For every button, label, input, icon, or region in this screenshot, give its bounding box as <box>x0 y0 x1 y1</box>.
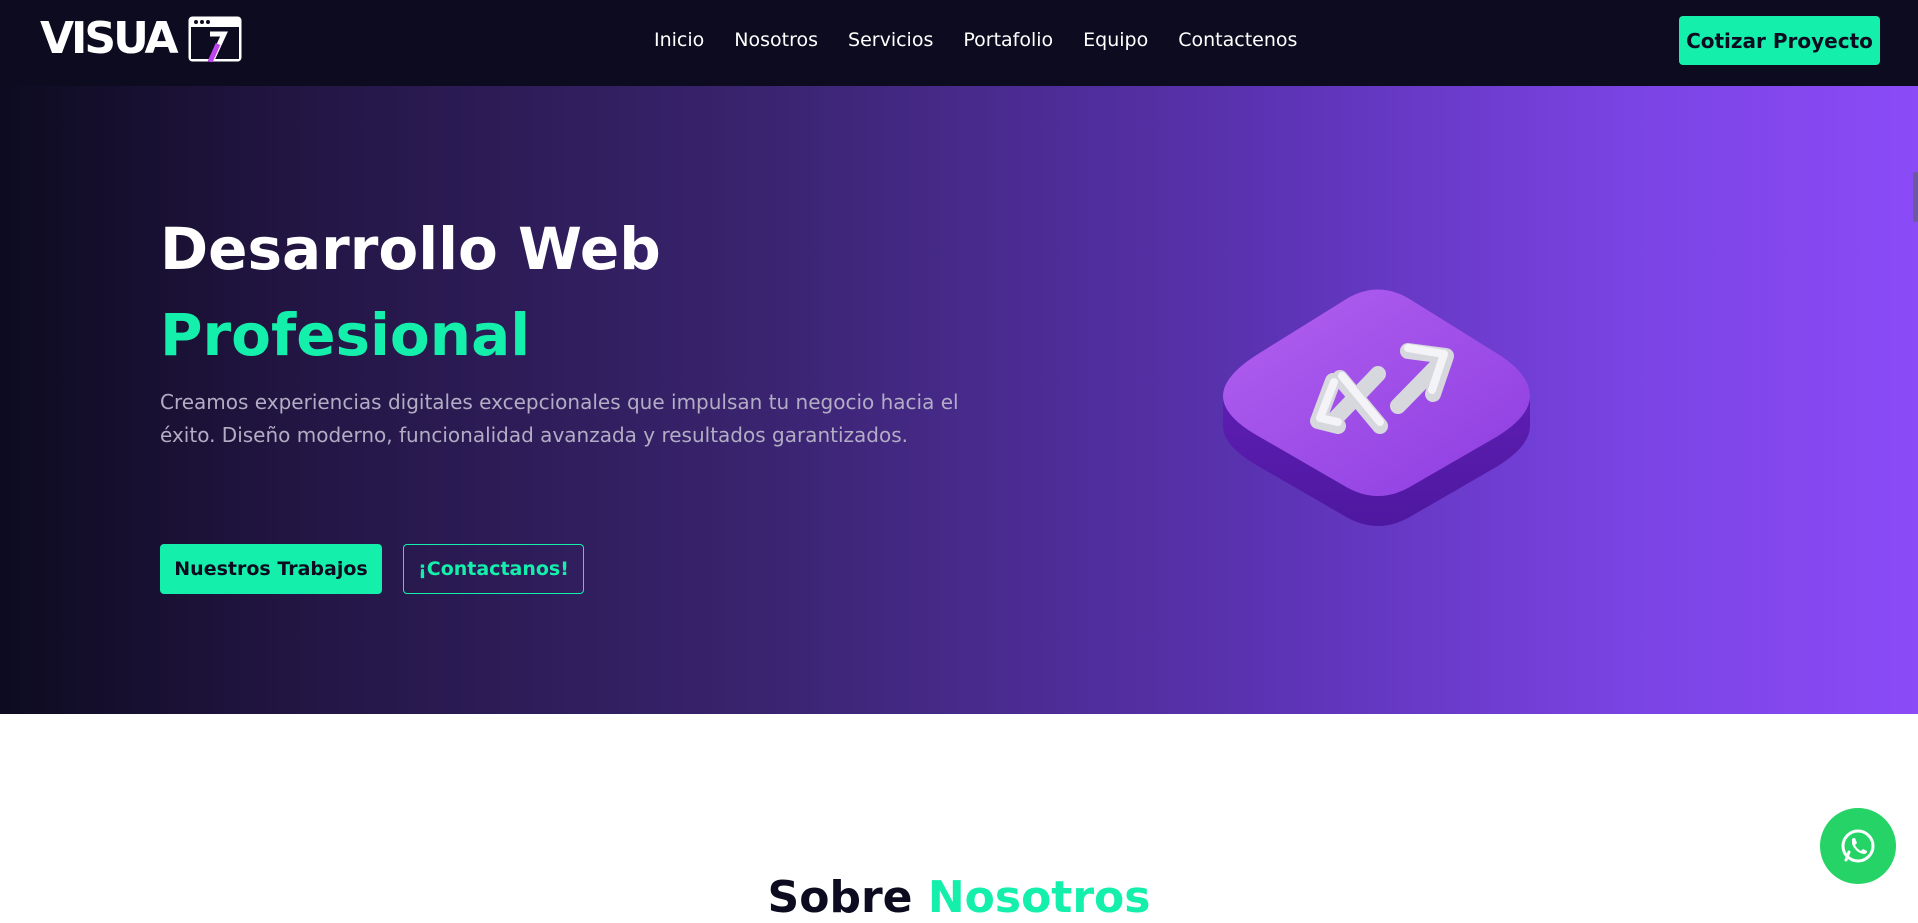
browser-window-icon <box>188 16 242 62</box>
nav-inicio[interactable]: Inicio <box>654 26 704 54</box>
whatsapp-button[interactable] <box>1820 808 1896 884</box>
about-title-text: Sobre <box>767 871 913 923</box>
contact-us-button[interactable]: ¡Contactanos! <box>403 544 584 594</box>
about-title-accent: Nosotros <box>927 871 1151 923</box>
hero-section: Desarrollo Web Profesional Creamos exper… <box>0 86 1918 714</box>
whatsapp-icon <box>1841 829 1875 863</box>
quote-project-button[interactable]: Cotizar Proyecto <box>1679 16 1880 65</box>
hero-title-accent: Profesional <box>160 301 531 369</box>
about-section-title: Sobre Nosotros <box>0 871 1918 923</box>
scrollbar-thumb[interactable] <box>1913 172 1918 222</box>
nav-equipo[interactable]: Equipo <box>1083 26 1148 54</box>
nav-nosotros[interactable]: Nosotros <box>734 26 818 54</box>
main-nav: Inicio Nosotros Servicios Portafolio Equ… <box>654 26 1327 54</box>
our-work-button[interactable]: Nuestros Trabajos <box>160 544 382 594</box>
hero-title: Desarrollo Web <box>160 215 661 283</box>
logo-text: VISUA <box>40 13 179 64</box>
hero-description: Creamos experiencias digitales excepcion… <box>160 390 959 447</box>
nav-portafolio[interactable]: Portafolio <box>963 26 1053 54</box>
logo[interactable]: VISUA <box>40 14 242 64</box>
site-header: VISUA Inicio Nosotros Servicios Portafol… <box>0 0 1918 86</box>
nav-contactenos[interactable]: Contactenos <box>1178 26 1297 54</box>
transfer-arrows-icon <box>1223 289 1530 526</box>
nav-servicios[interactable]: Servicios <box>848 26 933 54</box>
